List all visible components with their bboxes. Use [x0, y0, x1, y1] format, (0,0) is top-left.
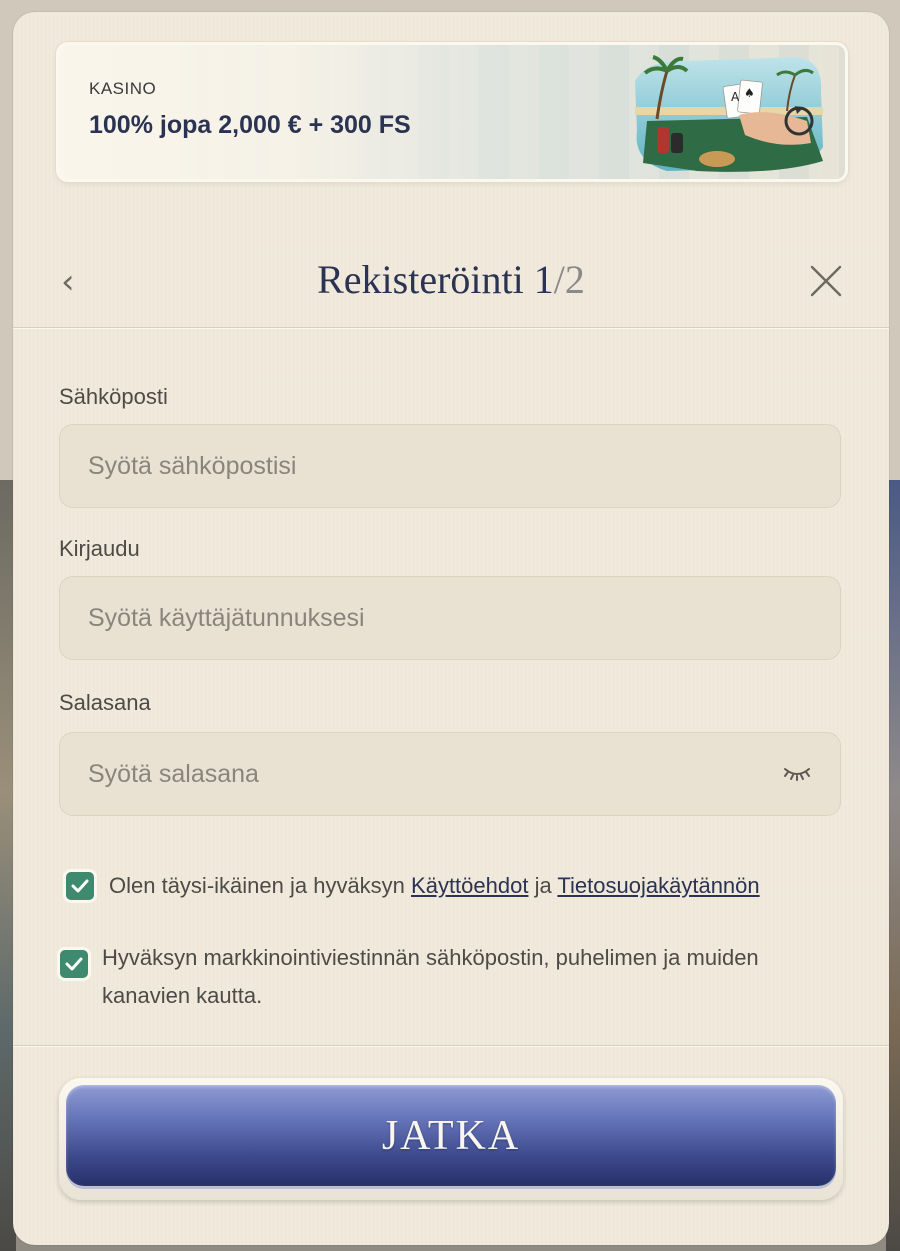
title-step-total: /2: [553, 257, 585, 302]
continue-button[interactable]: JATKA: [66, 1085, 836, 1186]
close-button[interactable]: [809, 264, 843, 298]
email-label: Sähköposti: [59, 384, 168, 409]
terms-checkbox[interactable]: [66, 872, 94, 900]
continue-button-label: JATKA: [381, 1112, 521, 1159]
username-field-container: [59, 576, 841, 660]
casino-illustration-icon: A ♠: [635, 55, 823, 172]
marketing-consent-text: Hyväksyn markkinointiviestinnän sähköpos…: [102, 939, 759, 1015]
header-divider: [13, 327, 889, 328]
marketing-checkbox[interactable]: [60, 950, 88, 978]
banner-offer: 100% jopa 2,000 € + 300 FS: [89, 111, 411, 139]
page-title: Rekisteröinti 1/2: [13, 256, 889, 303]
registration-modal: KASINO 100% jopa 2,000 € + 300 FS A ♠ ‹ …: [13, 12, 889, 1245]
username-label: Kirjaudu: [59, 536, 140, 561]
password-field[interactable]: [60, 733, 840, 815]
terms-text-between: ja: [528, 873, 558, 898]
checkmark-icon: [65, 957, 83, 971]
marketing-text-line1: Hyväksyn markkinointiviestinnän sähköpos…: [102, 945, 759, 970]
title-main: Rekisteröinti 1: [317, 257, 554, 302]
promo-banner[interactable]: KASINO 100% jopa 2,000 € + 300 FS A ♠: [56, 42, 848, 182]
close-icon: [810, 265, 842, 297]
banner-category: KASINO: [89, 79, 157, 98]
password-label: Salasana: [59, 690, 151, 715]
privacy-policy-link[interactable]: Tietosuojakäytännön: [557, 873, 759, 898]
checkmark-icon: [71, 879, 89, 893]
svg-text:A: A: [731, 90, 740, 104]
terms-consent-text: Olen täysi-ikäinen ja hyväksyn Käyttöehd…: [109, 867, 760, 905]
continue-button-frame: JATKA: [59, 1078, 843, 1200]
username-field[interactable]: [60, 577, 840, 659]
email-field-container: [59, 424, 841, 508]
terms-of-use-link[interactable]: Käyttöehdot: [411, 873, 528, 898]
svg-text:♠: ♠: [744, 86, 755, 100]
marketing-text-line2: kanavien kautta.: [102, 983, 263, 1008]
footer-divider: [13, 1045, 889, 1046]
terms-text-before: Olen täysi-ikäinen ja hyväksyn: [109, 873, 412, 898]
email-field[interactable]: [60, 425, 840, 507]
password-field-container: [59, 732, 841, 816]
eye-closed-icon[interactable]: [782, 763, 812, 785]
modal-header: ‹ Rekisteröinti 1/2: [13, 222, 889, 322]
